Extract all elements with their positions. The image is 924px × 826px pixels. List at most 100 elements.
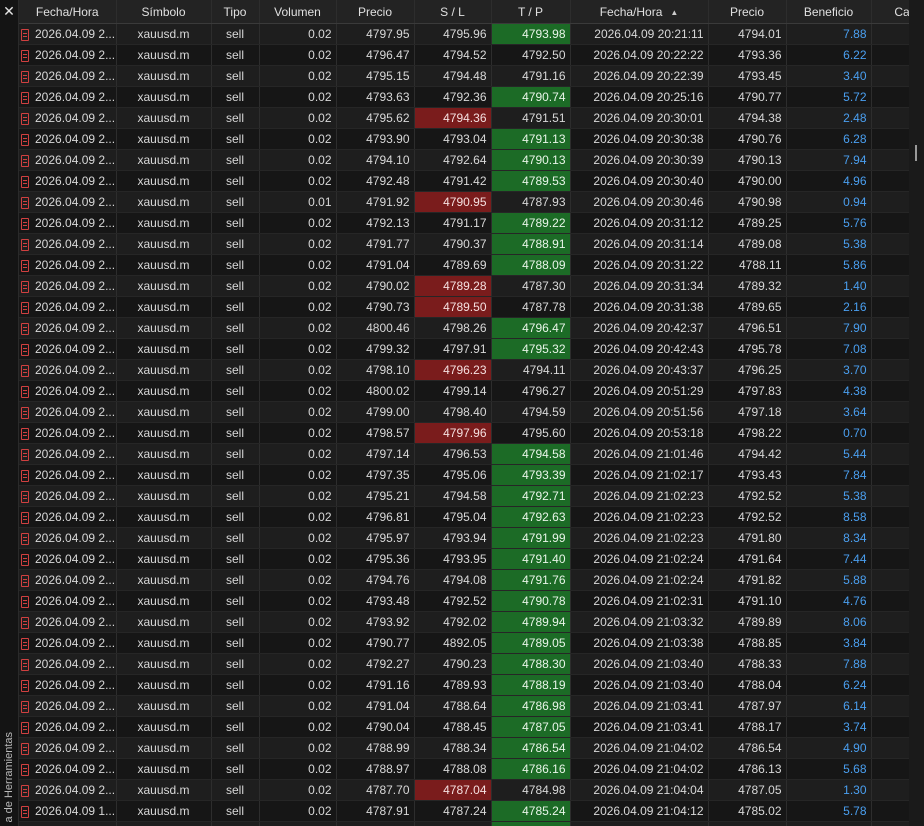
table-row[interactable]: 2026.04.09 2... xauusd.m sell 0.02 4799.32 47… xyxy=(19,338,909,360)
column-header-profit[interactable]: Beneficio xyxy=(786,0,872,24)
table-row[interactable]: 2026.04.09 2... xauusd.m sell 0.02 4790.04 47… xyxy=(19,716,909,738)
table-row[interactable]: 2026.04.09 2... xauusd.m sell 0.02 4788.99 47… xyxy=(19,737,909,759)
table-row[interactable]: 2026.04.09 2... xauusd.m sell 0.02 4797.14 47… xyxy=(19,443,909,465)
table-row[interactable]: 2026.04.09 2... xauusd.m sell 0.02 4797.35 47… xyxy=(19,464,909,486)
cell-symbol: xauusd.m xyxy=(116,380,212,402)
column-header-tp[interactable]: T / P xyxy=(491,0,571,24)
cell-close-price: 4793.36 xyxy=(708,44,787,66)
cell-value: xauusd.m xyxy=(137,804,190,818)
table-row[interactable]: 2026.04.09 2... xauusd.m sell 0.02 4791.77 47… xyxy=(19,233,909,255)
table-row[interactable]: 2026.04.09 2... xauusd.m sell 0.02 4788.97 47… xyxy=(19,758,909,780)
cell-value: 4800.46 xyxy=(366,321,410,335)
cell-type: sell xyxy=(211,359,260,381)
scrollbar-thumb[interactable] xyxy=(915,145,917,161)
table-row[interactable]: 2026.04.09 2... xauusd.m sell 0.02 4795.15 47… xyxy=(19,65,909,87)
close-icon[interactable]: ✕ xyxy=(0,2,18,20)
cell-symbol: xauusd.m xyxy=(116,86,212,108)
column-header-type[interactable]: Tipo xyxy=(211,0,260,24)
cell-value: xauusd.m xyxy=(137,678,190,692)
cell-value: 4798.40 xyxy=(443,405,487,419)
table-row[interactable]: 2026.04.09 2... xauusd.m sell 0.02 4791.04 47… xyxy=(19,254,909,276)
table-row[interactable]: 2026.04.09 2... xauusd.m sell 0.02 4794.10 47… xyxy=(19,149,909,171)
cell-value: 4792.52 xyxy=(738,489,782,503)
cell-value: sell xyxy=(225,174,244,188)
column-header-change[interactable]: Cambio xyxy=(871,0,909,24)
cell-volume: 0.02 xyxy=(259,338,337,360)
table-row[interactable]: 2026.04.09 2... xauusd.m sell 0.02 4793.92 47… xyxy=(19,611,909,633)
cell-value: xauusd.m xyxy=(137,90,190,104)
table-row[interactable]: 2026.04.09 2... xauusd.m sell 0.02 4795.62 47… xyxy=(19,107,909,129)
table-row[interactable]: 2026.04.09 2... xauusd.m sell 0.02 4800.02 47… xyxy=(19,380,909,402)
cell-profit: 5.78 xyxy=(786,800,872,822)
column-header-open-price[interactable]: Precio xyxy=(336,0,415,24)
table-row[interactable]: 2026.04.09 2... xauusd.m sell 0.01 4791.92 47… xyxy=(19,191,909,213)
table-row[interactable]: 2026.04.09 2... xauusd.m sell 0.02 4793.63 47… xyxy=(19,86,909,108)
table-row[interactable]: 2026.04.09 2... xauusd.m sell 0.02 4800.46 47… xyxy=(19,317,909,339)
cell-tp: 4792.50 xyxy=(491,44,571,66)
cell-value: 4793.45 xyxy=(738,69,782,83)
table-row[interactable]: 2026.04.09 2... xauusd.m sell 0.02 4795.36 47… xyxy=(19,548,909,570)
table-row[interactable]: 2026.04.09 2... xauusd.m sell 0.02 4793.90 47… xyxy=(19,128,909,150)
cell-tp: 4795.60 xyxy=(491,422,571,444)
table-row[interactable]: 2026.04.09 2... xauusd.m sell 0.02 4797.95 47… xyxy=(19,23,909,45)
table-row[interactable]: 2026.04.09 2... xauusd.m sell 0.02 4790.77 48… xyxy=(19,632,909,654)
cell-close-time: 2026.04.09 20:31:34 xyxy=(570,275,709,297)
cell-value: 4795.78 xyxy=(738,342,782,356)
cell-value: 2026.04.09 21:04:02 xyxy=(593,762,704,776)
vertical-scrollbar[interactable] xyxy=(909,0,924,826)
cell-value: 4790.23 xyxy=(443,657,487,671)
cell-profit: 2.16 xyxy=(786,296,872,318)
cell-change: 0.03 % xyxy=(871,107,909,129)
table-row[interactable]: 2026.04.09 2... xauusd.m sell 0.02 4790.02 47… xyxy=(19,275,909,297)
cell-profit: 3.74 xyxy=(786,716,872,738)
toolbox-label[interactable]: a de Herramientas xyxy=(2,732,16,823)
table-row[interactable]: 2026.04.09 2... xauusd.m sell 0.02 4794.76 47… xyxy=(19,569,909,591)
cell-value: 4796.23 xyxy=(443,363,487,377)
column-header-symbol[interactable]: Símbolo xyxy=(116,0,212,24)
cell-type: sell xyxy=(211,800,260,822)
table-row[interactable]: 2026.04.09 2... xauusd.m sell 0.02 4792.27 47… xyxy=(19,653,909,675)
cell-value: 4796.25 xyxy=(738,363,782,377)
column-header-label: Tipo xyxy=(223,4,247,19)
cell-open-time: 2026.04.09 2... xyxy=(19,611,117,633)
table-row[interactable]: 2026.04.09 2... xauusd.m sell 0.02 4799.00 47… xyxy=(19,401,909,423)
cell-value: sell xyxy=(225,69,244,83)
cell-value: 4788.97 xyxy=(366,762,410,776)
table-row[interactable]: 2026.04.09 2... xauusd.m sell 0.02 4798.57 47… xyxy=(19,422,909,444)
table-row[interactable]: 2026.04.09 2... xauusd.m sell 0.02 4791.04 47… xyxy=(19,695,909,717)
cell-value: 4794.76 xyxy=(366,573,410,587)
table-row[interactable]: 2026.04.09 2... xauusd.m sell 0.02 4798.10 47… xyxy=(19,359,909,381)
table-row[interactable]: 2026.04.09 2... xauusd.m sell 0.02 4796.81 47… xyxy=(19,506,909,528)
column-header-close-price[interactable]: Precio xyxy=(708,0,787,24)
table-row[interactable]: 2026.04.09 2... xauusd.m sell 0.02 4790.73 47… xyxy=(19,296,909,318)
table-row[interactable]: 2026.04.09 2... xauusd.m sell 0.02 4792.13 47… xyxy=(19,212,909,234)
cell-close-price: 4788.85 xyxy=(708,632,787,654)
column-header-sl[interactable]: S / L xyxy=(414,0,492,24)
cell-profit: 4.76 xyxy=(786,590,872,612)
cell-value: 4791.13 xyxy=(522,132,566,146)
table-row[interactable]: 2026.04.09 2... xauusd.m sell 0.02 4796.47 47… xyxy=(19,44,909,66)
table-row[interactable]: 2026.04.09 2... xauusd.m sell 0.02 4795.97 47… xyxy=(19,527,909,549)
table-row[interactable]: 2026.04.09 2... xauusd.m sell 0.02 4793.48 47… xyxy=(19,590,909,612)
column-header-volume[interactable]: Volumen xyxy=(259,0,337,24)
table-row[interactable]: 2026.04.09 2... xauusd.m sell 0.02 4792.48 47… xyxy=(19,170,909,192)
table-row[interactable]: 2026.04.09 2... xauusd.m sell 0.02 4787.70 47… xyxy=(19,779,909,801)
cell-value: 4787.70 xyxy=(366,783,410,797)
cell-change: 0.07 % xyxy=(871,674,909,696)
cell-symbol: xauusd.m xyxy=(116,632,212,654)
history-table-container: Fecha/Hora Símbolo Tipo Volumen Precio S / L T… xyxy=(19,0,909,826)
cell-value: sell xyxy=(225,321,244,335)
cell-value: 4795.15 xyxy=(366,69,410,83)
table-row[interactable]: 2026.04.09 1... xauusd.m sell 0.02 4787.91 47… xyxy=(19,800,909,822)
cell-volume: 0.02 xyxy=(259,800,337,822)
column-header-close-time[interactable]: Fecha/Hora ▲ xyxy=(570,0,709,24)
cell-value: sell xyxy=(225,447,244,461)
column-header-open-time[interactable]: Fecha/Hora xyxy=(19,0,117,24)
table-row[interactable]: 2026.04.09 2... xauusd.m sell 0.02 4791.16 47… xyxy=(19,674,909,696)
cell-change: 0.08 % xyxy=(871,23,909,45)
cell-tp: 4791.40 xyxy=(491,548,571,570)
table-row[interactable]: 2026.04.09 2... xauusd.m sell 0.02 4795.21 47… xyxy=(19,485,909,507)
cell-value: 7.94 xyxy=(843,153,867,167)
table-row[interactable]: 2026.04.09 2...xauusd.msell0.024786.7648… xyxy=(19,821,909,826)
order-document-icon xyxy=(21,469,29,482)
